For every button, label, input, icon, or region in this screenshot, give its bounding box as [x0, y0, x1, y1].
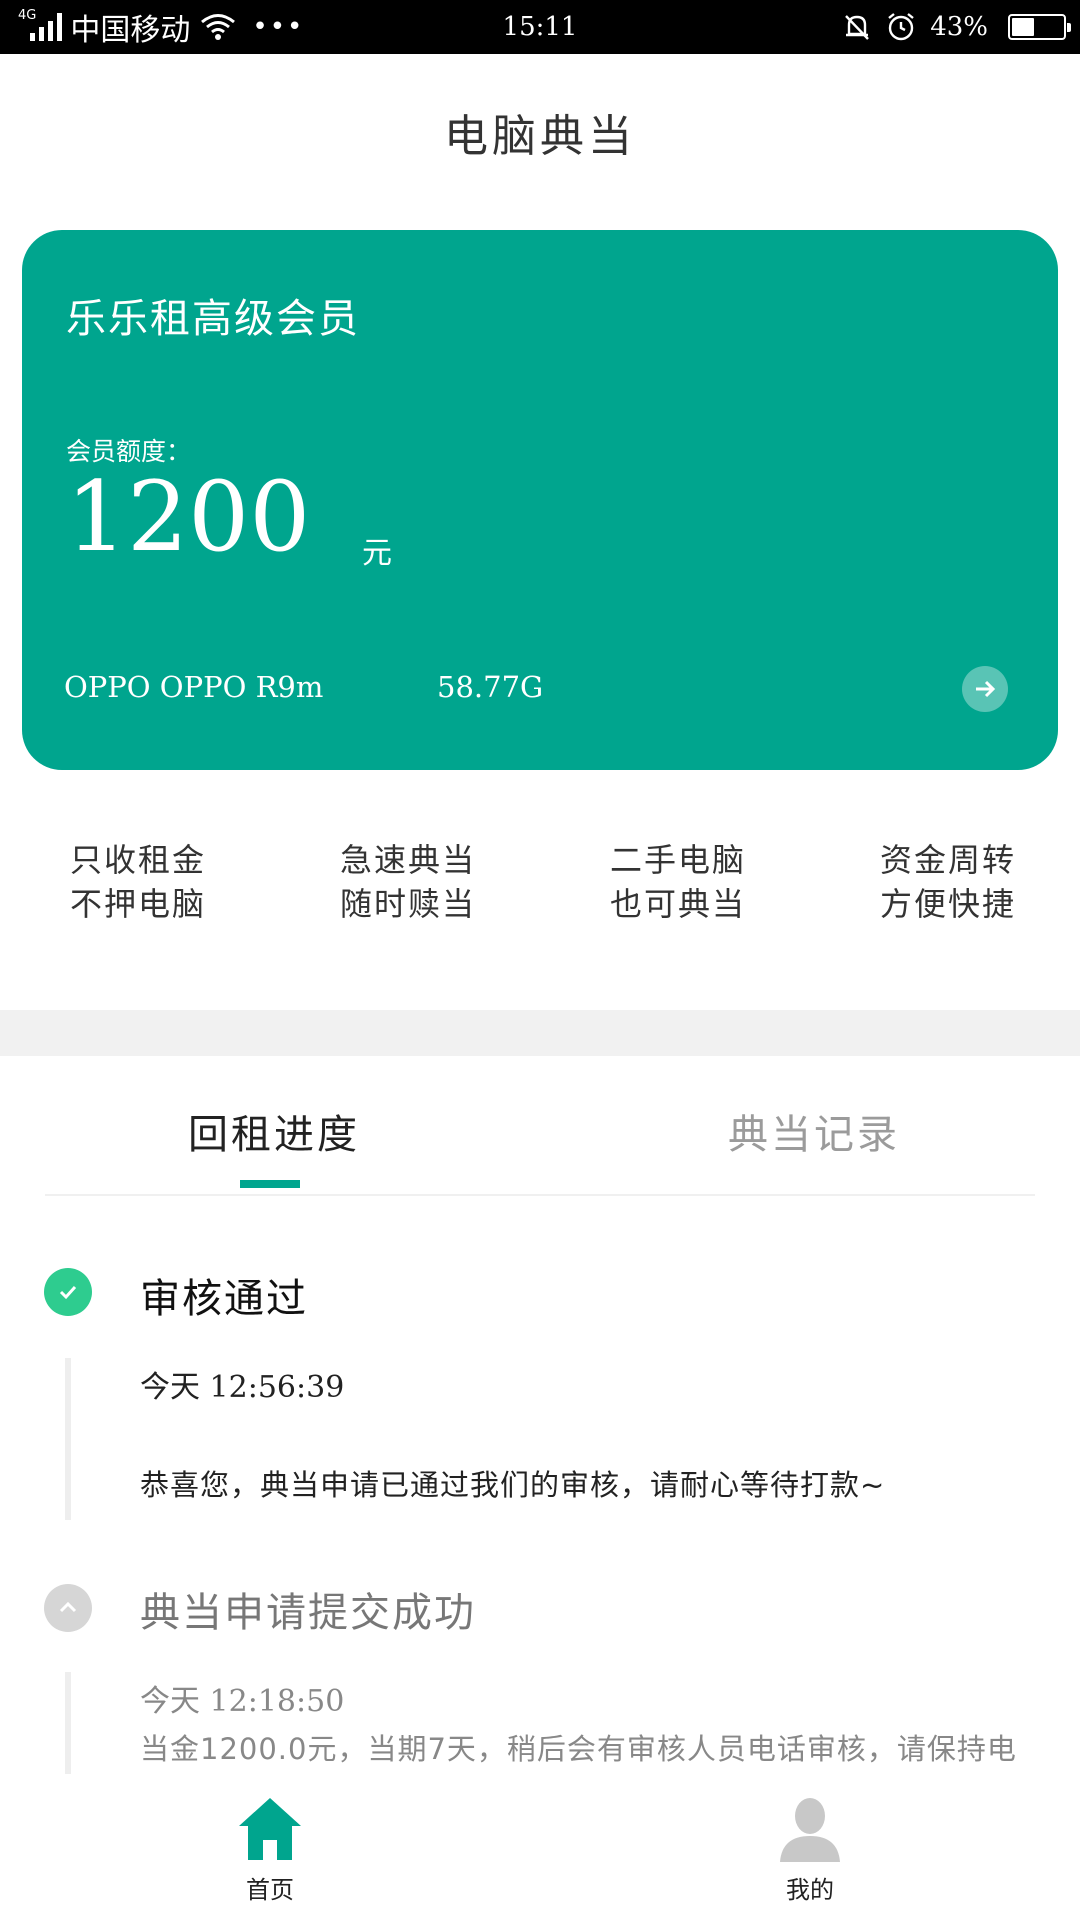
page-title: 电脑典当: [444, 111, 636, 162]
section-divider: [0, 1010, 1080, 1056]
bottom-nav: 首页 我的: [0, 1780, 1080, 1920]
timeline-title: 典当申请提交成功: [140, 1590, 476, 1636]
timeline-message: 恭喜您，典当申请已通过我们的审核，请耐心等待打款~: [140, 1468, 886, 1502]
bell-muted-icon: [845, 15, 870, 40]
card-detail-button[interactable]: [962, 666, 1008, 712]
feature-item: 只收租金 不押电脑: [70, 838, 270, 926]
feature-line: 只收租金: [70, 841, 207, 879]
status-right: 43%: [842, 0, 1071, 54]
battery-fill: [1012, 18, 1034, 36]
quota-unit: 元: [362, 536, 392, 571]
timeline-line: [65, 1358, 71, 1520]
quota-value: 1200: [66, 461, 311, 573]
nav-label: 首页: [246, 1876, 294, 1904]
feature-line: 急速典当: [340, 841, 477, 879]
feature-line: 方便快捷: [880, 885, 1017, 923]
timeline-time: 今天 12:18:50: [140, 1676, 344, 1720]
device-storage: 58.77G: [437, 670, 544, 704]
card-title: 乐乐租高级会员: [66, 296, 360, 342]
nav-label: 我的: [786, 1876, 834, 1904]
nav-home[interactable]: 首页: [210, 1794, 330, 1905]
timeline-day: 今天: [140, 1370, 200, 1405]
timeline-message: 当金1200.0元，当期7天，稍后会有审核人员电话审核，请保持电: [140, 1732, 1017, 1766]
chevron-up-icon[interactable]: [44, 1584, 92, 1632]
arrow-right-icon: [976, 680, 996, 698]
tab-lease-progress[interactable]: 回租进度: [188, 1102, 360, 1160]
timeline-clock: 12:56:39: [209, 1370, 345, 1405]
person-icon: [780, 1798, 840, 1862]
feature-line: 随时赎当: [340, 885, 477, 923]
feature-item: 二手电脑 也可典当: [610, 838, 810, 926]
timeline-clock: 12:18:50: [209, 1684, 345, 1719]
battery-icon: [1008, 14, 1071, 40]
home-icon: [239, 1798, 301, 1860]
device-model: OPPO OPPO R9m: [64, 670, 324, 704]
timeline-line: [65, 1672, 71, 1774]
feature-list: 只收租金 不押电脑 急速典当 随时赎当 二手电脑 也可典当 资金周转 方便快捷: [0, 838, 1080, 938]
timeline-day: 今天: [140, 1684, 200, 1719]
feature-line: 不押电脑: [70, 885, 207, 923]
check-icon: [44, 1268, 92, 1316]
active-tab-indicator: [240, 1180, 300, 1188]
feature-item: 资金周转 方便快捷: [880, 838, 1080, 926]
feature-line: 资金周转: [880, 841, 1017, 879]
feature-line: 也可典当: [610, 885, 747, 923]
member-card[interactable]: 乐乐租高级会员 会员额度： 1200 元 OPPO OPPO R9m 58.77…: [22, 230, 1058, 770]
tab-pawn-records[interactable]: 典当记录: [728, 1102, 900, 1160]
status-bar: 4G 中国移动 ••• 15:11 43%: [0, 0, 1080, 54]
feature-line: 二手电脑: [610, 841, 747, 879]
tab-bar: 回租进度 典当记录: [45, 1056, 1035, 1196]
timeline-title: 审核通过: [140, 1276, 308, 1322]
timeline-time: 今天 12:56:39: [140, 1362, 344, 1406]
battery-percent: 43%: [930, 12, 988, 42]
feature-item: 急速典当 随时赎当: [340, 838, 540, 926]
alarm-icon: [888, 13, 914, 41]
nav-profile[interactable]: 我的: [750, 1794, 870, 1905]
